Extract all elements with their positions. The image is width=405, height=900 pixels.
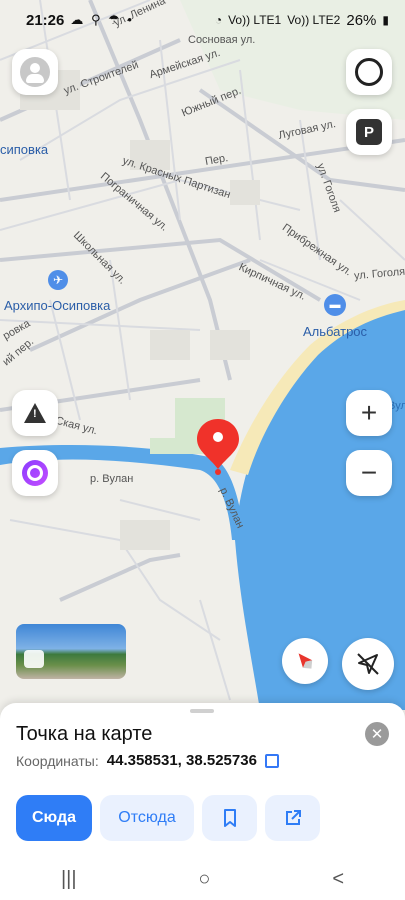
sheet-grip[interactable] xyxy=(190,709,214,713)
location-pin-icon[interactable] xyxy=(195,417,241,475)
route-from-button[interactable]: Отсюда xyxy=(100,795,194,841)
profile-button[interactable] xyxy=(12,49,58,95)
wifi-icon: ◔ xyxy=(214,13,223,27)
road-events-button[interactable]: ! xyxy=(12,390,58,436)
parking-icon: P xyxy=(356,119,382,145)
airport-icon[interactable]: ✈ xyxy=(48,270,68,290)
recent-apps-button[interactable]: ||| xyxy=(61,868,77,891)
district-label: сиповка xyxy=(0,142,49,157)
status-time: 21:26 xyxy=(26,11,65,29)
battery-percent: 26% xyxy=(346,11,377,29)
close-icon: ✕ xyxy=(370,726,384,743)
compass-button[interactable] xyxy=(282,638,328,684)
bookmark-icon xyxy=(223,809,236,827)
hotel-label[interactable]: Альбатрос xyxy=(303,324,367,339)
status-right: ◔ Vo)) LTE1 Vo)) LTE2 26% ▮ xyxy=(215,12,389,29)
coordinates-label: Координаты: xyxy=(16,752,99,769)
signal-2-label: Vo)) LTE2 xyxy=(287,13,341,27)
sheet-title: Точка на карте xyxy=(16,723,153,745)
copy-icon[interactable] xyxy=(264,753,279,768)
bookmark-button[interactable] xyxy=(202,795,257,841)
panorama-thumbnail[interactable] xyxy=(16,624,126,679)
panorama-icon xyxy=(24,650,44,668)
hotel-icon[interactable]: ▬ xyxy=(324,294,346,316)
battery-icon: ▮ xyxy=(382,13,389,27)
back-button[interactable]: < xyxy=(332,868,344,891)
my-location-button[interactable] xyxy=(342,638,394,690)
village-label[interactable]: Архипо-Осиповка xyxy=(4,298,110,313)
alice-button[interactable] xyxy=(346,49,392,95)
status-bar: 21:26 ☁ ⚲ ☂ • ◔ Vo)) LTE1 Vo)) LTE2 26% … xyxy=(0,0,405,40)
person-icon xyxy=(20,57,50,87)
coordinates-value[interactable]: 44.358531, 38.525736 xyxy=(107,752,257,769)
zoom-in-button[interactable]: + xyxy=(346,390,392,436)
signal-1-label: Vo)) LTE1 xyxy=(228,13,282,27)
compass-icon xyxy=(298,653,313,669)
alice-icon xyxy=(22,460,48,486)
notification-icons: ☁ ⚲ ☂ • xyxy=(70,12,134,27)
coordinates-row: Координаты: 44.358531, 38.525736 xyxy=(16,752,279,769)
alice-ring-icon xyxy=(355,58,383,86)
system-nav-bar: ||| ○ < xyxy=(0,858,405,900)
share-icon xyxy=(285,810,301,825)
parking-button[interactable]: P xyxy=(346,109,392,155)
route-here-button[interactable]: Сюда xyxy=(16,795,92,841)
share-button[interactable] xyxy=(265,795,320,841)
close-button[interactable]: ✕ xyxy=(365,722,389,746)
voice-assistant-button[interactable] xyxy=(12,450,58,496)
river-label: р. Вулан xyxy=(90,473,134,485)
warning-icon: ! xyxy=(24,403,46,423)
zoom-out-button[interactable]: − xyxy=(346,450,392,496)
home-button[interactable]: ○ xyxy=(198,868,210,891)
location-off-icon xyxy=(357,653,379,675)
